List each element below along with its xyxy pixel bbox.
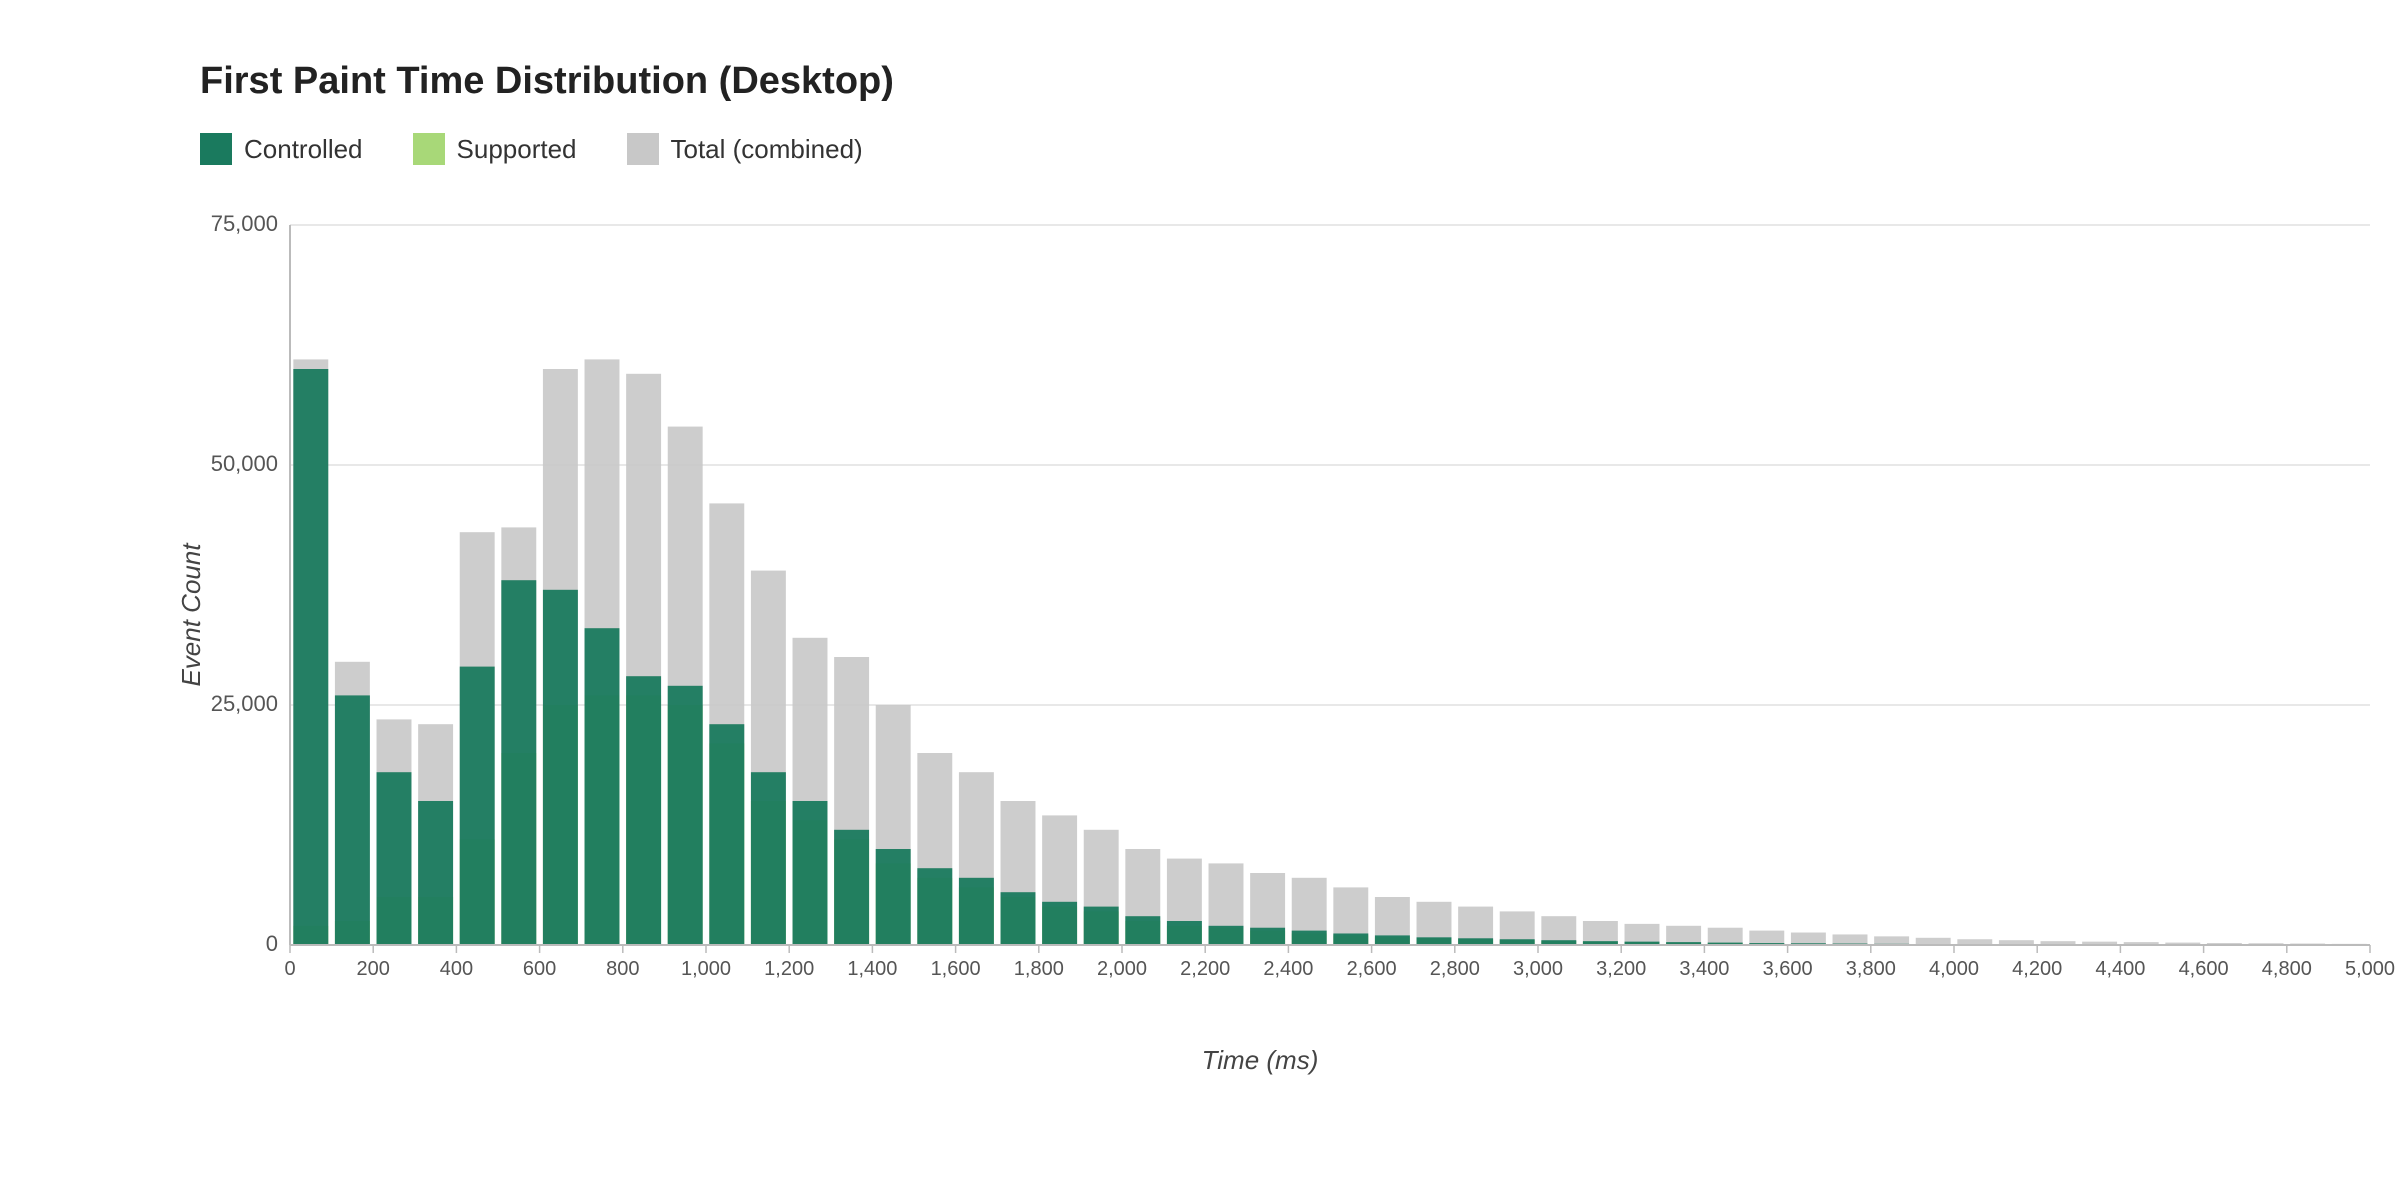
svg-text:5,000: 5,000 <box>2345 958 2395 980</box>
total-swatch <box>627 133 659 165</box>
svg-text:1,800: 1,800 <box>1014 958 1064 980</box>
svg-text:3,800: 3,800 <box>1846 958 1896 980</box>
y-axis-label: Event Count <box>176 543 207 686</box>
total-label: Total (combined) <box>671 134 863 165</box>
svg-text:4,000: 4,000 <box>1929 958 1979 980</box>
x-axis-label: Time (ms) <box>200 1045 2320 1076</box>
controlled-label: Controlled <box>244 134 363 165</box>
chart-title: First Paint Time Distribution (Desktop) <box>200 60 2320 103</box>
svg-text:2,200: 2,200 <box>1180 958 1230 980</box>
svg-text:25,000: 25,000 <box>211 691 278 716</box>
svg-text:2,400: 2,400 <box>1263 958 1313 980</box>
legend: Controlled Supported Total (combined) <box>200 133 2320 165</box>
svg-text:3,000: 3,000 <box>1513 958 1563 980</box>
svg-text:2,600: 2,600 <box>1347 958 1397 980</box>
svg-text:1,600: 1,600 <box>931 958 981 980</box>
svg-text:3,200: 3,200 <box>1596 958 1646 980</box>
svg-text:1,400: 1,400 <box>847 958 897 980</box>
svg-text:0: 0 <box>266 931 278 956</box>
svg-text:400: 400 <box>440 958 473 980</box>
svg-text:3,600: 3,600 <box>1763 958 1813 980</box>
svg-text:200: 200 <box>357 958 390 980</box>
chart-container: First Paint Time Distribution (Desktop) … <box>0 0 2400 1200</box>
svg-text:2,800: 2,800 <box>1430 958 1480 980</box>
supported-label: Supported <box>457 134 577 165</box>
svg-text:4,800: 4,800 <box>2262 958 2312 980</box>
legend-item-controlled: Controlled <box>200 133 363 165</box>
svg-text:0: 0 <box>284 958 295 980</box>
svg-text:75,000: 75,000 <box>211 211 278 236</box>
svg-text:800: 800 <box>606 958 639 980</box>
controlled-swatch <box>200 133 232 165</box>
legend-item-supported: Supported <box>413 133 577 165</box>
svg-text:600: 600 <box>523 958 556 980</box>
svg-text:50,000: 50,000 <box>211 451 278 476</box>
legend-item-total: Total (combined) <box>627 133 863 165</box>
svg-text:2,000: 2,000 <box>1097 958 1147 980</box>
svg-text:4,400: 4,400 <box>2095 958 2145 980</box>
chart-svg: 0 25,000 50,000 75,000 0 200 400 600 800 1,000 1,2… <box>200 205 2400 1025</box>
svg-text:4,600: 4,600 <box>2179 958 2229 980</box>
svg-text:4,200: 4,200 <box>2012 958 2062 980</box>
svg-text:1,200: 1,200 <box>764 958 814 980</box>
supported-swatch <box>413 133 445 165</box>
chart-area: Event Count 025,00050,00075,000020040060… <box>200 205 2400 1025</box>
svg-text:3,400: 3,400 <box>1679 958 1729 980</box>
svg-text:1,000: 1,000 <box>681 958 731 980</box>
